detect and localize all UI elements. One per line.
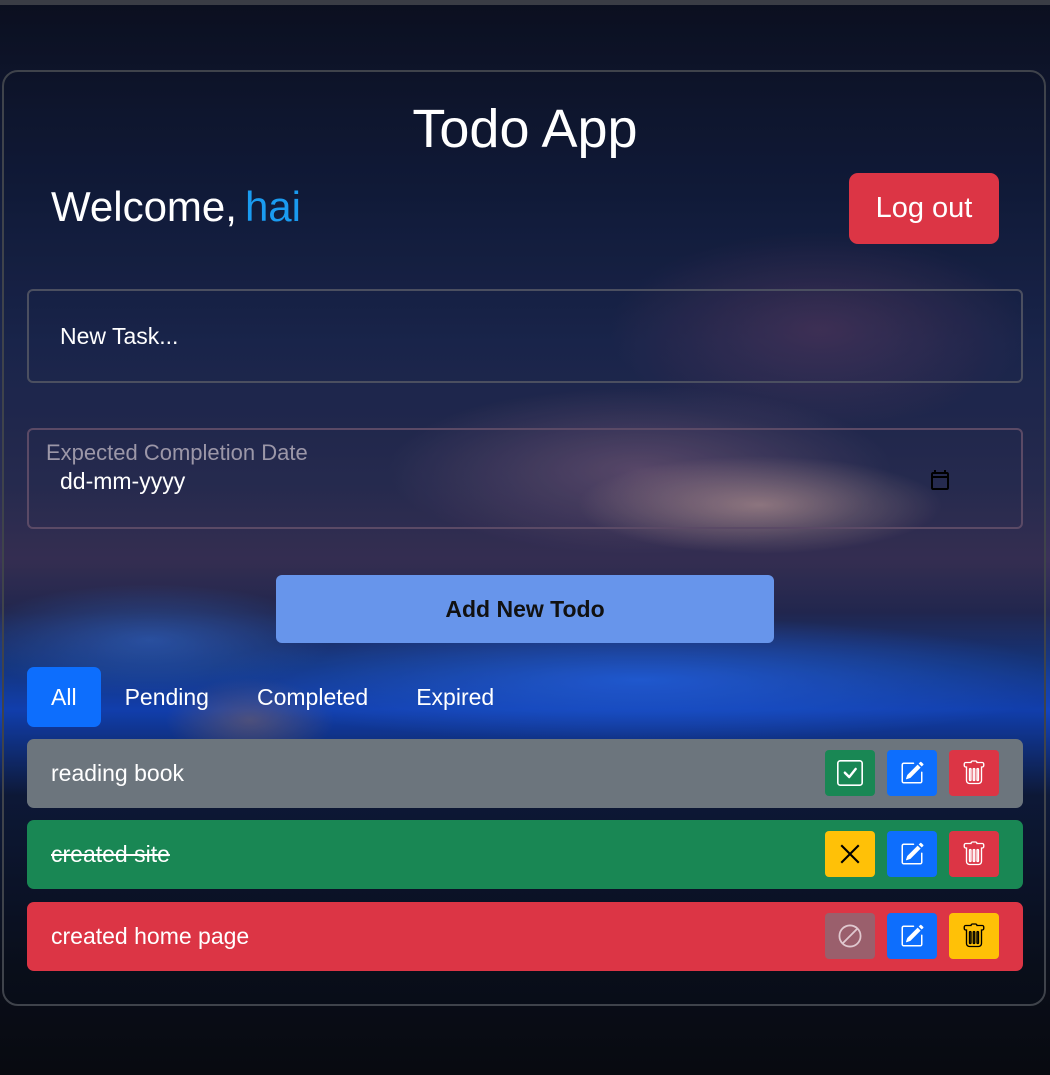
x-icon	[840, 844, 860, 864]
edit-button[interactable]	[887, 831, 937, 877]
delete-button[interactable]	[949, 750, 999, 796]
edit-button[interactable]	[887, 750, 937, 796]
todo-item: created home page	[27, 902, 1023, 971]
completion-date-label: Expected Completion Date	[46, 440, 308, 465]
trash-icon	[963, 841, 985, 866]
todo-text: created home page	[51, 923, 250, 949]
logout-button[interactable]: Log out	[849, 173, 999, 244]
pencil-square-icon	[901, 761, 924, 784]
browser-top-edge	[0, 0, 1050, 5]
page-title: Todo App	[412, 99, 638, 159]
pencil-square-icon	[901, 842, 924, 865]
check-square-icon	[837, 760, 863, 786]
todo-text: created site	[51, 841, 170, 867]
todo-actions	[825, 831, 999, 877]
todo-actions	[825, 750, 999, 796]
tab-pending[interactable]: Pending	[101, 667, 233, 727]
disabled-button[interactable]	[825, 913, 875, 959]
new-task-input[interactable]	[27, 289, 1023, 383]
edit-button[interactable]	[887, 913, 937, 959]
todo-actions	[825, 913, 999, 959]
undo-button[interactable]	[825, 831, 875, 877]
welcome-prefix: Welcome,	[51, 183, 237, 230]
welcome-message: Welcome, hai	[51, 182, 301, 232]
todo-item: created site	[27, 820, 1023, 889]
tab-expired[interactable]: Expired	[392, 667, 518, 727]
add-todo-button[interactable]: Add New Todo	[276, 575, 774, 643]
complete-button[interactable]	[825, 750, 875, 796]
tab-completed[interactable]: Completed	[233, 667, 392, 727]
username: hai	[244, 183, 302, 230]
tab-all[interactable]: All	[27, 667, 101, 727]
pencil-square-icon	[901, 924, 924, 947]
completion-date-value[interactable]: dd-mm-yyyy	[60, 468, 185, 495]
trash-icon	[963, 760, 985, 785]
ban-icon	[838, 924, 862, 948]
filter-tabs: All Pending Completed Expired	[27, 667, 518, 727]
todo-item: reading book	[27, 739, 1023, 808]
trash-icon	[963, 923, 985, 948]
delete-button[interactable]	[949, 913, 999, 959]
completion-date-field[interactable]: Expected Completion Date dd-mm-yyyy	[27, 428, 1023, 529]
calendar-icon[interactable]	[928, 468, 952, 492]
delete-button[interactable]	[949, 831, 999, 877]
todo-text: reading book	[51, 760, 184, 786]
